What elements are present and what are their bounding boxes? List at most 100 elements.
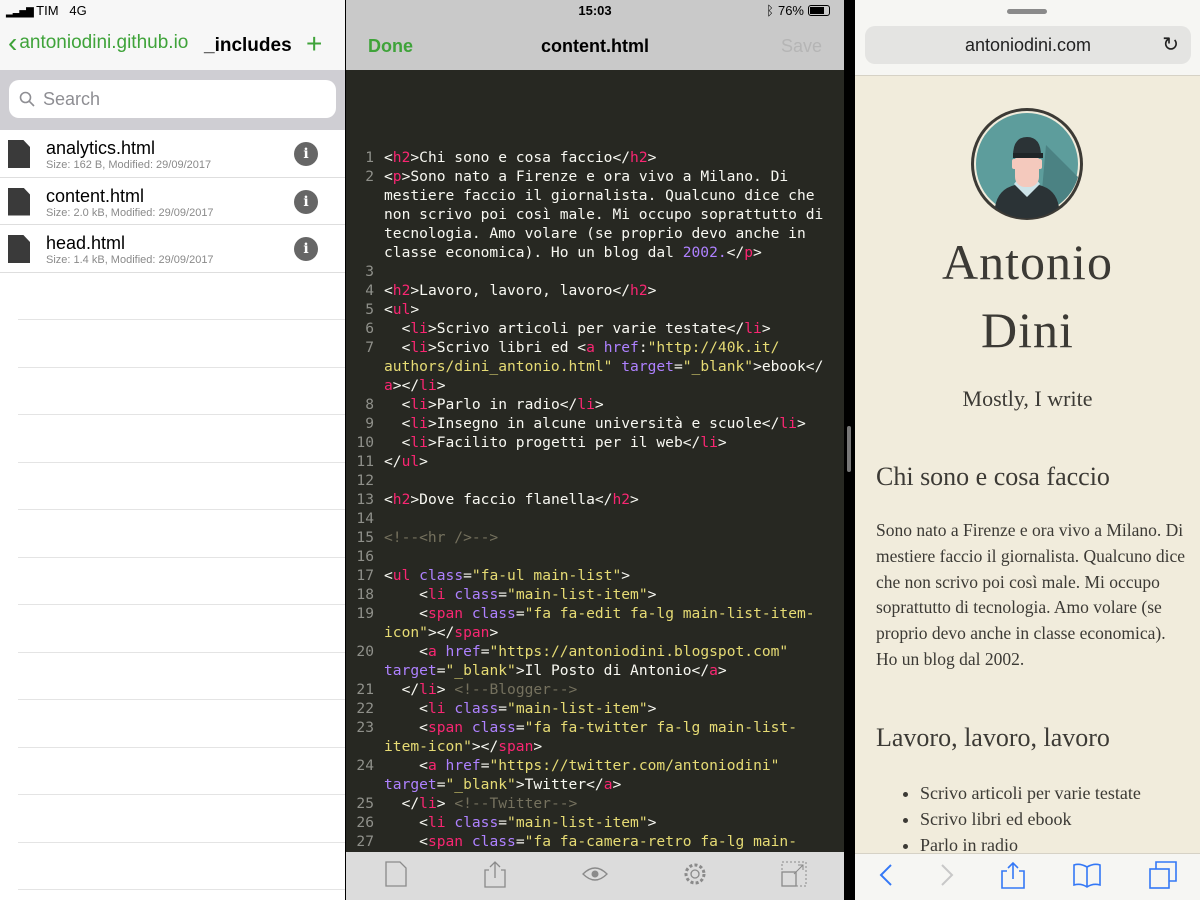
code-line[interactable]: 18 <li class="main-list-item"> <box>346 585 844 604</box>
code-text: target="_blank">Twitter</a> <box>384 775 621 794</box>
code-token: "fa fa-twitter fa-lg main-list- <box>524 719 797 736</box>
code-line[interactable]: 24 <a href="https://twitter.com/antoniod… <box>346 756 844 775</box>
code-token: span <box>427 719 464 736</box>
tabs-icon[interactable] <box>1148 860 1177 894</box>
code-line[interactable]: 1 <h2>Chi sono e cosa faccio</h2> <box>346 148 844 167</box>
divider-handle[interactable] <box>847 426 851 472</box>
code-line[interactable]: 16 <box>346 547 844 566</box>
code-line[interactable]: classe economica). Ho un blog dal 2002.<… <box>346 243 844 262</box>
empty-row <box>18 795 345 843</box>
address-bar[interactable]: antoniodini.com ↻ <box>865 26 1191 64</box>
code-text: <h2>Lavoro, lavoro, lavoro</h2> <box>384 281 656 300</box>
code-text: <h2>Chi sono e cosa faccio</h2> <box>384 148 656 167</box>
code-line[interactable]: mestiere faccio il giornalista. Qualcuno… <box>346 186 844 205</box>
bookmarks-book-icon[interactable] <box>1072 862 1102 893</box>
code-line[interactable]: 26 <li class="main-list-item"> <box>346 813 844 832</box>
done-button[interactable]: Done <box>368 36 413 57</box>
code-text: <span class="fa fa-edit fa-lg main-list-… <box>384 604 814 623</box>
code-line[interactable]: 20 <a href="https://antoniodini.blogspot… <box>346 642 844 661</box>
code-token: li <box>427 586 446 603</box>
list-item: Scrivo libri ed ebook <box>920 806 1141 832</box>
code-token: > <box>753 244 762 261</box>
code-line[interactable]: 4 <h2>Lavoro, lavoro, lavoro</h2> <box>346 281 844 300</box>
share-icon[interactable] <box>475 860 515 893</box>
code-line[interactable]: 10 <li>Facilito progetti per il web</li> <box>346 433 844 452</box>
code-token: a <box>427 643 437 660</box>
code-line[interactable]: item-icon"></span> <box>346 737 844 756</box>
code-line[interactable]: 19 <span class="fa fa-edit fa-lg main-li… <box>346 604 844 623</box>
code-token: target <box>621 358 674 375</box>
code-line[interactable]: a></li> <box>346 376 844 395</box>
reload-icon[interactable]: ↻ <box>1162 26 1179 64</box>
code-line[interactable]: non scrivo poi così male. Mi occupo sopr… <box>346 205 844 224</box>
grabber-handle[interactable] <box>1007 9 1047 14</box>
code-token: ></ <box>471 738 499 755</box>
code-line[interactable]: 3 <box>346 262 844 281</box>
info-icon[interactable]: i <box>294 189 318 214</box>
share-icon[interactable] <box>1000 861 1025 894</box>
code-line[interactable]: 14 <box>346 509 844 528</box>
code-line[interactable]: 8 <li>Parlo in radio</li> <box>346 395 844 414</box>
code-token: p <box>744 244 754 261</box>
code-line[interactable]: 12 <box>346 471 844 490</box>
code-line[interactable]: 11 </ul> <box>346 452 844 471</box>
code-line[interactable]: target="_blank">Il Posto di Antonio</a> <box>346 661 844 680</box>
file-row-content[interactable]: content.html Size: 2.0 kB, Modified: 29/… <box>0 178 345 225</box>
code-token: > <box>647 149 657 166</box>
work-list: Scrivo articoli per varie testate Scrivo… <box>902 780 1141 858</box>
code-text: <li class="main-list-item"> <box>384 699 656 718</box>
code-line[interactable]: 13 <h2>Dove faccio flanella</h2> <box>346 490 844 509</box>
code-editor[interactable]: 1 <h2>Chi sono e cosa faccio</h2> 2 <p>Sono… <box>346 148 844 851</box>
code-line[interactable]: 7 <li>Scrivo libri ed <a href:"http://40… <box>346 338 844 357</box>
code-line[interactable]: 6 <li>Scrivo articoli per varie testate<… <box>346 319 844 338</box>
code-token: class <box>419 567 464 584</box>
preview-eye-icon[interactable] <box>575 865 615 888</box>
info-icon[interactable]: i <box>294 237 318 261</box>
file-row-analytics[interactable]: analytics.html Size: 162 B, Modified: 29… <box>0 130 345 178</box>
code-token: li <box>410 434 428 451</box>
code-token: non scrivo poi così male. Mi occupo sopr… <box>384 206 824 223</box>
code-line[interactable]: authors/dini_antonio.html" target="_blan… <box>346 357 844 376</box>
settings-gear-icon[interactable] <box>675 861 715 892</box>
new-file-icon[interactable] <box>376 860 416 892</box>
code-line[interactable]: 17 <ul class="fa-ul main-list"> <box>346 566 844 585</box>
code-line[interactable]: 22 <li class="main-list-item"> <box>346 699 844 718</box>
code-line[interactable]: 15 <!--<hr />--> <box>346 528 844 547</box>
code-line[interactable]: 9 <li>Insegno in alcune università e scu… <box>346 414 844 433</box>
code-line[interactable]: 23 <span class="fa fa-twitter fa-lg main… <box>346 718 844 737</box>
code-token: > <box>436 681 455 698</box>
file-meta: Size: 162 B, Modified: 29/09/2017 <box>46 159 212 171</box>
network-label: 4G <box>69 3 87 18</box>
code-token: < <box>384 814 428 831</box>
code-line[interactable]: 2 <p>Sono nato a Firenze e ora vivo a Mil… <box>346 167 844 186</box>
code-token: > <box>630 491 639 508</box>
save-button[interactable]: Save <box>781 36 822 57</box>
back-button[interactable]: ‹ antoniodini.github.io <box>8 29 189 57</box>
line-number: 17 <box>356 567 374 584</box>
empty-row <box>18 415 345 463</box>
forward-arrow-icon[interactable] <box>940 863 954 892</box>
code-line[interactable]: 27 <span class="fa fa-camera-retro fa-lg… <box>346 832 844 851</box>
code-token: = <box>436 776 446 793</box>
code-line[interactable]: tecnologia. Amo volare (se proprio devo … <box>346 224 844 243</box>
code-line[interactable]: 21 </li> <!--Blogger--> <box>346 680 844 699</box>
code-token: target <box>384 662 437 679</box>
resize-icon[interactable] <box>774 861 814 892</box>
file-browser-nav-bar: ▂▃▅▇ TIM 4G ‹ antoniodini.github.io _inc… <box>0 0 345 70</box>
back-label: antoniodini.github.io <box>19 32 189 53</box>
search-input[interactable]: Search <box>9 80 336 118</box>
code-token: < <box>384 700 428 717</box>
info-icon[interactable]: i <box>294 142 318 166</box>
name-line-1: Antonio <box>942 234 1113 290</box>
code-line[interactable]: 5 <ul> <box>346 300 844 319</box>
code-line[interactable]: icon"></span> <box>346 623 844 642</box>
file-row-head[interactable]: head.html Size: 1.4 kB, Modified: 29/09/… <box>0 225 345 273</box>
back-arrow-icon[interactable] <box>879 863 893 892</box>
code-line[interactable]: target="_blank">Twitter</a> <box>346 775 844 794</box>
line-number: 7 <box>365 339 374 356</box>
add-file-button[interactable]: + <box>306 28 322 60</box>
split-view-divider[interactable] <box>844 0 855 900</box>
code-line[interactable]: 25 </li> <!--Twitter--> <box>346 794 844 813</box>
code-token: > <box>647 282 657 299</box>
code-token: < <box>384 643 428 660</box>
